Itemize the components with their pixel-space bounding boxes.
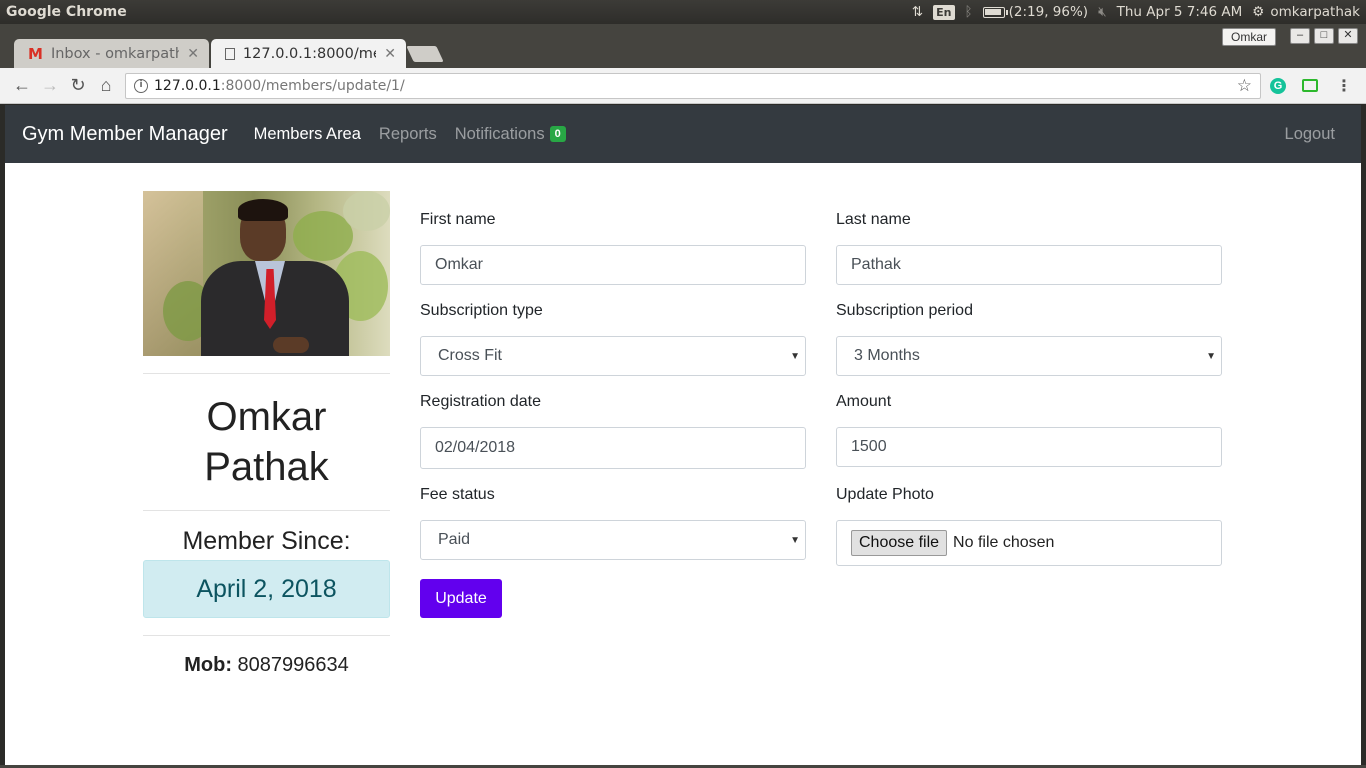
subscription-period-group: Subscription period 3 Months ▼ <box>836 302 1222 376</box>
tv-extension-icon[interactable] <box>1302 79 1318 92</box>
reload-icon[interactable]: ↻ <box>64 75 92 96</box>
os-app-name: Google Chrome <box>6 4 127 20</box>
fee-status-value: Paid <box>438 531 471 548</box>
volume-muted-icon[interactable]: 🔇︎ <box>1098 4 1107 20</box>
page-viewport: Gym Member Manager Members Area Reports … <box>5 105 1361 765</box>
fee-status-select[interactable]: Paid ▼ <box>420 520 806 560</box>
registration-date-input[interactable]: 02/04/2018 <box>420 427 806 469</box>
registration-date-label: Registration date <box>420 393 541 410</box>
mobile-number: 8087996634 <box>237 654 349 676</box>
choose-file-button[interactable]: Choose file <box>851 530 948 556</box>
url-host: 127.0.0.1 <box>154 78 221 94</box>
subscription-period-value: 3 Months <box>854 347 920 364</box>
forward-icon[interactable]: → <box>36 75 64 96</box>
new-tab-button[interactable] <box>406 46 444 62</box>
nav-reports[interactable]: Reports <box>379 125 437 144</box>
tab-inbox[interactable]: M Inbox - omkarpatha ✕ <box>14 39 209 68</box>
close-tab-icon[interactable]: ✕ <box>187 46 199 62</box>
grammarly-extension-icon[interactable]: G <box>1270 78 1286 94</box>
mobile-label: Mob: <box>184 654 232 676</box>
minimize-button[interactable]: – <box>1290 28 1310 44</box>
browser-tab-strip: M Inbox - omkarpatha ✕ 127.0.0.1:8000/me… <box>0 24 1366 68</box>
last-name-group: Last name Pathak <box>836 211 1222 285</box>
nav-notifications-label: Notifications <box>454 124 545 143</box>
subscription-period-select[interactable]: 3 Months ▼ <box>836 336 1222 376</box>
battery-indicator[interactable]: (2:19, 96%) <box>982 4 1089 20</box>
home-icon[interactable]: ⌂ <box>92 75 120 96</box>
member-since-date: April 2, 2018 <box>143 560 390 618</box>
page-icon <box>225 47 235 60</box>
subscription-type-select[interactable]: Cross Fit ▼ <box>420 336 806 376</box>
os-top-bar: Google Chrome ⇅ En ᛒ (2:19, 96%) 🔇︎ Thu … <box>0 0 1366 24</box>
registration-date-group: Registration date 02/04/2018 <box>420 393 806 469</box>
url-path: :8000/members/update/1/ <box>220 78 405 94</box>
keyboard-layout-indicator[interactable]: En <box>933 4 955 20</box>
fee-status-label: Fee status <box>420 486 495 503</box>
battery-icon <box>982 6 1008 18</box>
address-bar[interactable]: i 127.0.0.1:8000/members/update/1/ ☆ <box>125 73 1261 99</box>
amount-label: Amount <box>836 393 892 410</box>
member-profile-card: Omkar Pathak Member Since: April 2, 2018… <box>143 191 390 677</box>
chrome-menu-icon[interactable]: ⋮ <box>1336 76 1352 96</box>
close-tab-icon[interactable]: ✕ <box>384 46 396 62</box>
gmail-icon: M <box>28 44 43 63</box>
update-button[interactable]: Update <box>420 579 502 618</box>
tab-update-member[interactable]: 127.0.0.1:8000/mem ✕ <box>211 39 406 68</box>
profile-button[interactable]: Omkar <box>1222 28 1276 46</box>
member-photo <box>143 191 390 356</box>
photo-file-input[interactable]: Choose file No file chosen <box>836 520 1222 566</box>
system-menu[interactable]: ⚙ omkarpathak <box>1252 4 1360 20</box>
subscription-type-group: Subscription type Cross Fit ▼ <box>420 302 806 376</box>
first-name-label: First name <box>420 211 496 228</box>
user-name: omkarpathak <box>1270 4 1360 20</box>
update-photo-group: Update Photo Choose file No file chosen <box>836 486 1222 566</box>
maximize-button[interactable]: □ <box>1314 28 1334 44</box>
info-icon[interactable]: i <box>134 79 148 93</box>
member-name: Omkar Pathak <box>143 374 390 510</box>
member-last-name: Pathak <box>204 445 329 489</box>
subscription-type-value: Cross Fit <box>438 347 502 364</box>
battery-text: (2:19, 96%) <box>1008 4 1089 20</box>
first-name-input[interactable]: Omkar <box>420 245 806 285</box>
bookmark-star-icon[interactable]: ☆ <box>1237 76 1252 96</box>
amount-input[interactable]: 1500 <box>836 427 1222 467</box>
caret-down-icon: ▼ <box>790 534 800 546</box>
site-navbar: Gym Member Manager Members Area Reports … <box>5 105 1361 163</box>
subscription-type-label: Subscription type <box>420 302 543 319</box>
tab-title: Inbox - omkarpatha <box>50 45 179 62</box>
clock[interactable]: Thu Apr 5 7:46 AM <box>1117 4 1243 20</box>
network-icon[interactable]: ⇅ <box>912 4 923 20</box>
last-name-label: Last name <box>836 211 911 228</box>
caret-down-icon: ▼ <box>1206 350 1216 362</box>
nav-logout[interactable]: Logout <box>1285 125 1335 144</box>
tab-title: 127.0.0.1:8000/mem <box>242 45 376 62</box>
close-window-button[interactable]: ✕ <box>1338 28 1358 44</box>
subscription-period-label: Subscription period <box>836 302 973 319</box>
nav-notifications[interactable]: Notifications 0 <box>455 125 566 144</box>
nav-members-area[interactable]: Members Area <box>254 125 361 144</box>
bluetooth-icon[interactable]: ᛒ <box>965 4 973 20</box>
first-name-group: First name Omkar <box>420 211 806 285</box>
update-photo-label: Update Photo <box>836 486 934 503</box>
member-first-name: Omkar <box>206 395 327 439</box>
amount-group: Amount 1500 <box>836 393 1222 467</box>
back-icon[interactable]: ← <box>8 75 36 96</box>
fee-status-group: Fee status Paid ▼ <box>420 486 806 560</box>
no-file-text: No file chosen <box>953 534 1055 551</box>
caret-down-icon: ▼ <box>790 350 800 362</box>
member-since-label: Member Since: <box>182 527 351 555</box>
member-mobile: Mob: 8087996634 <box>143 654 390 677</box>
last-name-input[interactable]: Pathak <box>836 245 1222 285</box>
gear-icon: ⚙ <box>1252 4 1265 20</box>
navbar-brand[interactable]: Gym Member Manager <box>22 123 228 146</box>
browser-toolbar: ← → ↻ ⌂ i 127.0.0.1:8000/members/update/… <box>0 68 1366 104</box>
notification-count-badge: 0 <box>549 126 566 142</box>
